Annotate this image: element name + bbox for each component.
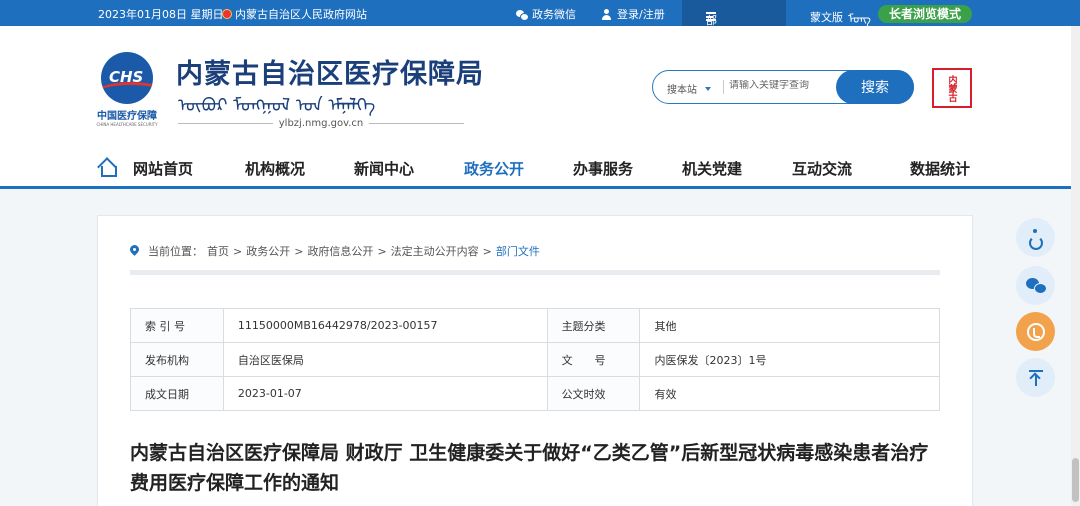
inner-mongolia-seal[interactable]: 内蒙古 (932, 68, 972, 108)
login-label: 登录/注册 (617, 8, 665, 21)
table-row: 成文日期 2023-01-07 公文时效 有效 (130, 376, 940, 411)
breadcrumb-separator: > (482, 244, 492, 258)
nav-interaction[interactable]: 互动交流 (792, 158, 852, 179)
page-scrollbar[interactable] (1071, 26, 1080, 506)
nav-services[interactable]: 办事服务 (573, 158, 633, 179)
content-card: 当前位置： 首页 > 政务公开 > 政府信息公开 > 法定主动公开内容 > 部门… (97, 215, 973, 506)
logo-chinese-name: 中国医疗保障 (97, 111, 157, 122)
chs-logo[interactable]: CHS 中国医疗保障 CHINA HEALTHCARE SECURITY (96, 52, 158, 127)
logo-english-name: CHINA HEALTHCARE SECURITY (96, 122, 158, 127)
document-title: 内蒙古自治区医疗保障局 财政厅 卫生健康委关于做好“乙类乙管”后新型冠状病毒感染… (130, 442, 929, 494)
breadcrumb-separator: > (294, 244, 304, 258)
search-scope-label: 搜本站 (667, 85, 697, 96)
chevron-down-icon (705, 86, 711, 91)
nav-party-building[interactable]: 机关党建 (682, 158, 742, 179)
top-bar: 2023年01月08日 星期日 内蒙古自治区人民政府网站 政务微信 登录/注册 … (0, 0, 1080, 107)
meta-value: 有效 (639, 376, 940, 411)
breadcrumb-dept-docs[interactable]: 部门文件 (496, 243, 540, 259)
site-domain-text: ylbzj.nmg.gov.cn (278, 118, 364, 129)
search-button[interactable]: 搜索 (836, 70, 914, 104)
table-row: 索 引 号 11150000MB16442978/2023-00157 主题分类… (130, 308, 940, 343)
breadcrumb-prefix: 当前位置： (148, 245, 203, 258)
nav-news-center[interactable]: 新闻中心 (354, 158, 414, 179)
meta-key: 发布机构 (130, 342, 224, 377)
seal-text: 内蒙古 (946, 74, 957, 102)
mongolian-version-link[interactable]: 蒙文版 ᠮᠣᠩ (810, 6, 872, 27)
wechat-icon (1025, 277, 1047, 294)
gov-website-link[interactable]: 内蒙古自治区人民政府网站 (222, 6, 367, 22)
accessibility-icon (1028, 228, 1044, 250)
phone-button[interactable] (1016, 312, 1055, 351)
nav-statistics[interactable]: 数据统计 (910, 158, 970, 179)
meta-value: 内医保发〔2023〕1号 (639, 342, 940, 377)
accessibility-button[interactable] (1016, 218, 1055, 257)
table-row: 发布机构 自治区医保局 文 号 内医保发〔2023〕1号 (130, 342, 940, 377)
login-link[interactable]: 登录/注册 (601, 6, 665, 22)
mongolian-script-glyph: ᠮᠣᠩ (848, 12, 872, 26)
national-emblem-icon (222, 9, 232, 19)
phone-icon (1026, 322, 1045, 341)
wechat-link[interactable]: 政务微信 (516, 6, 576, 22)
wechat-float-button[interactable] (1016, 266, 1055, 305)
mongolian-version-label: 蒙文版 (810, 10, 843, 24)
meta-value: 其他 (639, 308, 940, 343)
nav-divider (0, 186, 1080, 189)
wechat-label: 政务微信 (532, 8, 576, 21)
mongolian-title: ᠥᠪᠥᠷ ᠮᠣᠩᠭᠣᠯ ᠤᠨ ᠡᠮᠨᠡᠯᠭᠡ (178, 95, 376, 116)
search-bar: 搜本站 搜索 (652, 70, 914, 104)
location-pin-icon (130, 245, 139, 257)
breadcrumb-gov-affairs[interactable]: 政务公开 (246, 243, 290, 259)
meta-value: 11150000MB16442978/2023-00157 (222, 308, 548, 343)
current-date: 2023年01月08日 星期日 (98, 8, 224, 21)
user-icon (601, 8, 612, 20)
breadcrumb-home[interactable]: 首页 (207, 243, 229, 259)
meta-key: 公文时效 (546, 376, 641, 411)
back-to-top-button[interactable] (1016, 358, 1055, 397)
meta-value: 2023-01-07 (222, 376, 548, 411)
breadcrumb-underline (130, 270, 940, 275)
meta-key: 索 引 号 (130, 308, 224, 343)
breadcrumb: 当前位置： 首页 > 政务公开 > 政府信息公开 > 法定主动公开内容 > 部门… (130, 243, 540, 259)
document-meta-table: 索 引 号 11150000MB16442978/2023-00157 主题分类… (130, 308, 940, 411)
scrollbar-thumb[interactable] (1072, 458, 1079, 502)
gov-website-label: 内蒙古自治区人民政府网站 (235, 8, 367, 21)
arrow-up-icon (1028, 369, 1043, 386)
chs-logo-icon: CHS (101, 52, 153, 104)
site-header: CHS 中国医疗保障 CHINA HEALTHCARE SECURITY 内蒙古… (0, 26, 1080, 186)
nav-home[interactable]: 网站首页 (133, 158, 193, 179)
home-icon (98, 158, 117, 177)
site-domain: ylbzj.nmg.gov.cn (178, 118, 464, 129)
breadcrumb-separator: > (377, 244, 387, 258)
site-nav-button[interactable]: 部门网站导航 (682, 0, 786, 107)
breadcrumb-statutory[interactable]: 法定主动公开内容 (391, 243, 479, 259)
meta-key: 成文日期 (130, 376, 224, 411)
meta-key: 文 号 (546, 342, 641, 377)
breadcrumb-gov-info[interactable]: 政府信息公开 (307, 243, 373, 259)
main-nav: 网站首页 机构概况 新闻中心 政务公开 办事服务 机关党建 互动交流 数据统计 (0, 156, 1080, 186)
nav-org-overview[interactable]: 机构概况 (245, 158, 305, 179)
meta-value: 自治区医保局 (222, 342, 548, 377)
meta-key: 主题分类 (546, 308, 641, 343)
elder-mode-button[interactable]: 长者浏览模式 (878, 5, 972, 23)
search-scope-select[interactable]: 搜本站 (667, 81, 711, 96)
search-input[interactable] (729, 80, 829, 91)
nav-gov-affairs[interactable]: 政务公开 (464, 158, 524, 179)
wechat-icon (516, 9, 529, 21)
breadcrumb-separator: > (233, 244, 243, 258)
